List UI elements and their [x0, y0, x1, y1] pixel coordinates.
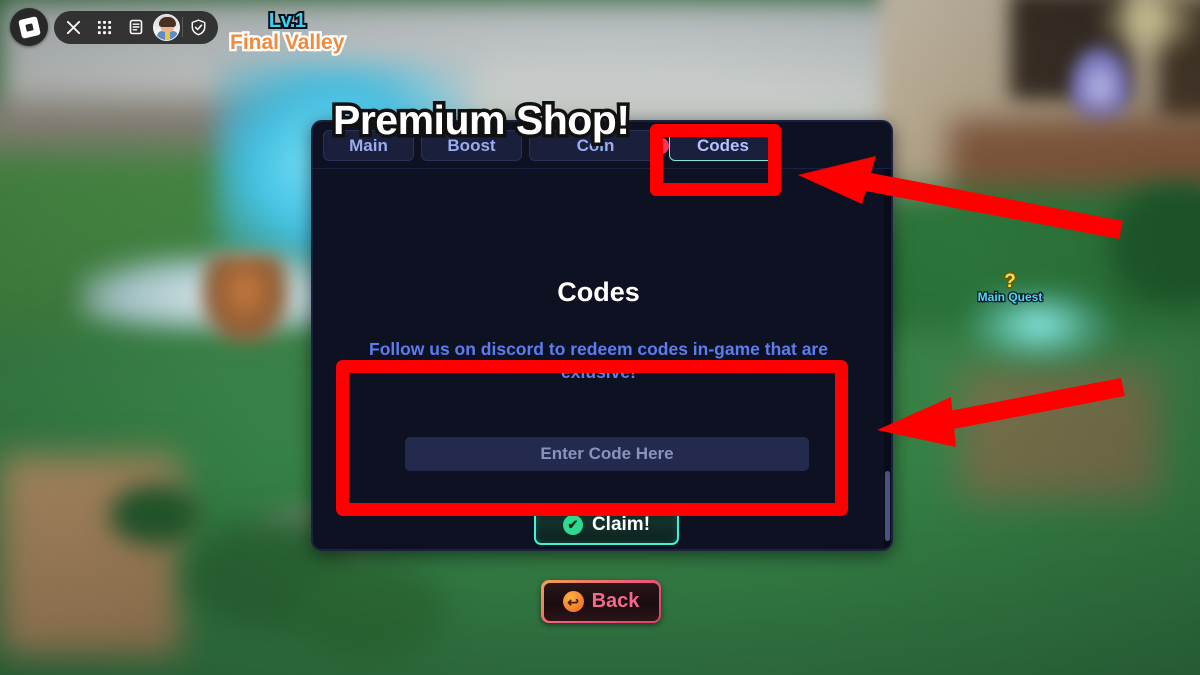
annotation-arrows: [798, 156, 1125, 447]
arrow-to-code-entry: [877, 378, 1125, 447]
arrow-to-codes-tab: [798, 156, 1123, 239]
